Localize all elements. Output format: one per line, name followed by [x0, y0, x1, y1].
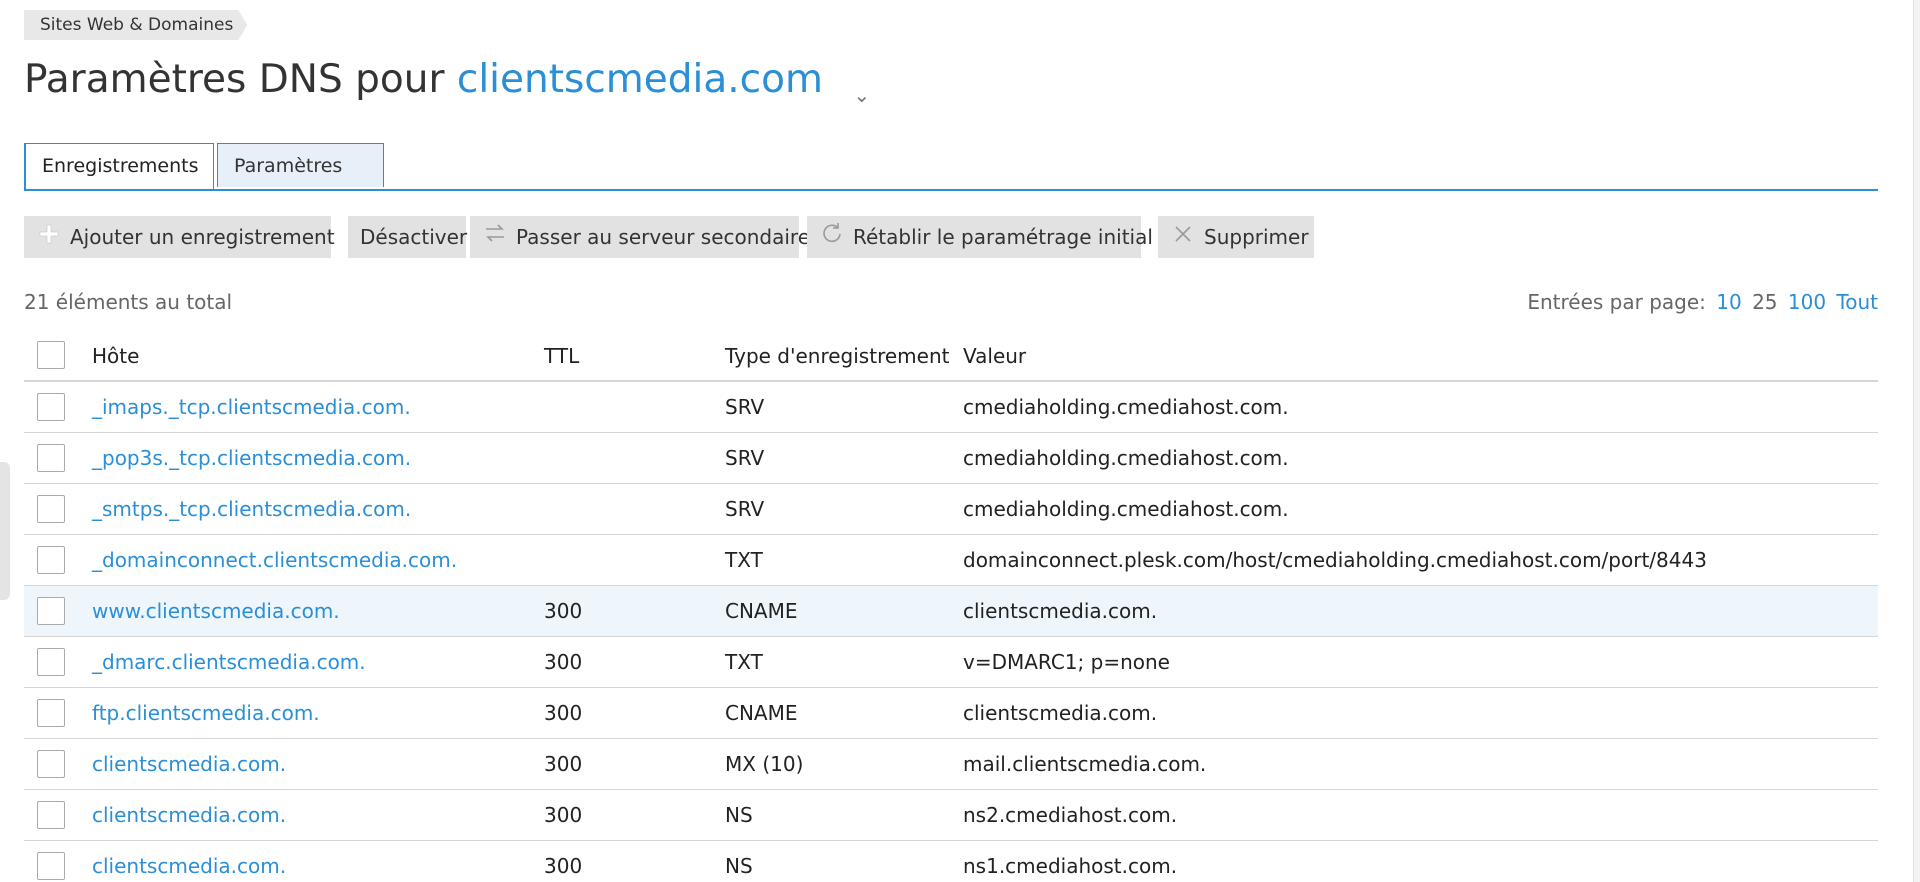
host-link[interactable]: _imaps._tcp.clientscmedia.com.: [92, 382, 411, 432]
disable-button[interactable]: Désactiver: [348, 216, 467, 258]
delete-label: Supprimer: [1204, 225, 1309, 249]
restore-defaults-button[interactable]: Rétablir le paramétrage initial: [807, 216, 1153, 259]
page-title: Paramètres DNS pour clientscmedia.com ⌄: [24, 52, 870, 123]
side-panel-handle[interactable]: [0, 462, 10, 600]
page-size-100[interactable]: 100: [1788, 290, 1826, 314]
page-size-all[interactable]: Tout: [1836, 290, 1878, 314]
table-row[interactable]: _domainconnect.clientscmedia.com. TXT doma…: [24, 535, 1878, 586]
record-value-cell: mail.clientscmedia.com.: [963, 752, 1207, 776]
dns-records-table: Hôte TTL Type d'enregistrement Valeur _i…: [24, 332, 1878, 882]
record-value-cell: cmediaholding.cmediahost.com.: [963, 446, 1289, 470]
delete-button[interactable]: Supprimer: [1158, 216, 1314, 258]
ttl-cell: 300: [544, 752, 583, 776]
row-checkbox[interactable]: [37, 546, 65, 574]
table-row[interactable]: clientscmedia.com. 300 MX (10) mail.clients…: [24, 739, 1878, 790]
row-checkbox[interactable]: [37, 393, 65, 421]
record-type-cell: SRV: [725, 497, 765, 521]
switch-secondary-label: Passer au serveur secondaire: [516, 225, 811, 249]
record-type-cell: CNAME: [725, 599, 798, 623]
ttl-cell: 300: [544, 854, 583, 878]
row-checkbox[interactable]: [37, 750, 65, 778]
record-type-cell: CNAME: [725, 701, 798, 725]
record-type-cell: SRV: [725, 395, 765, 419]
page-size-25[interactable]: 25: [1752, 290, 1777, 314]
host-link[interactable]: _domainconnect.clientscmedia.com.: [92, 535, 457, 585]
table-row[interactable]: ftp.clientscmedia.com. 300 CNAME clientscme…: [24, 688, 1878, 739]
record-type-cell: NS: [725, 803, 753, 827]
row-checkbox[interactable]: [37, 648, 65, 676]
page-title-domain[interactable]: clientscmedia.com: [457, 57, 823, 102]
table-row[interactable]: _pop3s._tcp.clientscmedia.com. SRV cmediah…: [24, 433, 1878, 484]
column-type[interactable]: Type d'enregistrement: [725, 332, 949, 380]
record-type-cell: TXT: [725, 650, 763, 674]
remove-x-icon: [1170, 217, 1196, 259]
add-record-button[interactable]: Ajouter un enregistrement: [24, 216, 335, 259]
entries-per-page-label: Entrées par page:: [1527, 290, 1706, 314]
row-checkbox[interactable]: [37, 444, 65, 472]
select-all-checkbox[interactable]: [37, 341, 65, 369]
entries-per-page: Entrées par page: 10 25 100 Tout: [1527, 290, 1878, 314]
page-title-prefix: Paramètres DNS pour: [24, 57, 445, 102]
column-ttl[interactable]: TTL: [544, 332, 579, 380]
refresh-icon: [819, 217, 845, 259]
record-value-cell: cmediaholding.cmediahost.com.: [963, 395, 1289, 419]
record-type-cell: MX (10): [725, 752, 804, 776]
host-link[interactable]: www.clientscmedia.com.: [92, 586, 340, 636]
table-header: Hôte TTL Type d'enregistrement Valeur: [24, 332, 1878, 382]
record-type-cell: TXT: [725, 548, 763, 572]
switch-secondary-button[interactable]: Passer au serveur secondaire: [470, 216, 810, 259]
plus-icon: [36, 217, 62, 259]
record-value-cell: clientscmedia.com.: [963, 599, 1158, 623]
table-row[interactable]: clientscmedia.com. 300 NS ns1.cmediahost.co…: [24, 841, 1878, 882]
switch-arrows-icon: [482, 217, 508, 259]
record-value-cell: ns1.cmediahost.com.: [963, 854, 1178, 878]
tab-bar: Enregistrements Paramètres: [24, 143, 1878, 191]
row-checkbox[interactable]: [37, 699, 65, 727]
row-checkbox[interactable]: [37, 597, 65, 625]
column-value[interactable]: Valeur: [963, 332, 1026, 380]
row-checkbox[interactable]: [37, 495, 65, 523]
host-link[interactable]: clientscmedia.com.: [92, 790, 286, 840]
page: Sites Web & Domaines Paramètres DNS pour…: [0, 0, 1920, 882]
record-value-cell: ns2.cmediahost.com.: [963, 803, 1178, 827]
page-size-10[interactable]: 10: [1716, 290, 1741, 314]
host-link[interactable]: ftp.clientscmedia.com.: [92, 688, 320, 738]
breadcrumb[interactable]: Sites Web & Domaines: [24, 10, 247, 40]
tab-records[interactable]: Enregistrements: [24, 143, 214, 189]
row-checkbox[interactable]: [37, 852, 65, 880]
record-value-cell: v=DMARC1; p=none: [963, 650, 1170, 674]
table-row[interactable]: _dmarc.clientscmedia.com. 300 TXT v=DMARC1;…: [24, 637, 1878, 688]
column-host[interactable]: Hôte: [92, 332, 139, 380]
record-value-cell: cmediaholding.cmediahost.com.: [963, 497, 1289, 521]
ttl-cell: 300: [544, 803, 583, 827]
record-type-cell: SRV: [725, 446, 765, 470]
table-row[interactable]: www.clientscmedia.com. 300 CNAME clientscme…: [24, 586, 1878, 637]
add-record-label: Ajouter un enregistrement: [70, 225, 335, 249]
record-type-cell: NS: [725, 854, 753, 878]
host-link[interactable]: clientscmedia.com.: [92, 739, 286, 789]
tab-settings[interactable]: Paramètres: [217, 143, 384, 187]
table-row[interactable]: clientscmedia.com. 300 NS ns2.cmediahost.co…: [24, 790, 1878, 841]
table-row[interactable]: _imaps._tcp.clientscmedia.com. SRV cmediah…: [24, 382, 1878, 433]
row-checkbox[interactable]: [37, 801, 65, 829]
host-link[interactable]: _dmarc.clientscmedia.com.: [92, 637, 366, 687]
table-row[interactable]: _smtps._tcp.clientscmedia.com. SRV cmediah…: [24, 484, 1878, 535]
host-link[interactable]: _pop3s._tcp.clientscmedia.com.: [92, 433, 411, 483]
table-body: _imaps._tcp.clientscmedia.com. SRV cmediah…: [24, 382, 1878, 882]
ttl-cell: 300: [544, 650, 583, 674]
ttl-cell: 300: [544, 701, 583, 725]
restore-defaults-label: Rétablir le paramétrage initial: [853, 225, 1153, 249]
host-link[interactable]: clientscmedia.com.: [92, 841, 286, 882]
total-count: 21 éléments au total: [24, 290, 233, 314]
ttl-cell: 300: [544, 599, 583, 623]
record-value-cell: clientscmedia.com.: [963, 701, 1158, 725]
host-link[interactable]: _smtps._tcp.clientscmedia.com.: [92, 484, 411, 534]
record-value-cell: domainconnect.plesk.com/host/cmediaholdi…: [963, 548, 1707, 572]
scrollbar[interactable]: [1913, 0, 1920, 882]
chevron-down-icon[interactable]: ⌄: [853, 67, 870, 123]
